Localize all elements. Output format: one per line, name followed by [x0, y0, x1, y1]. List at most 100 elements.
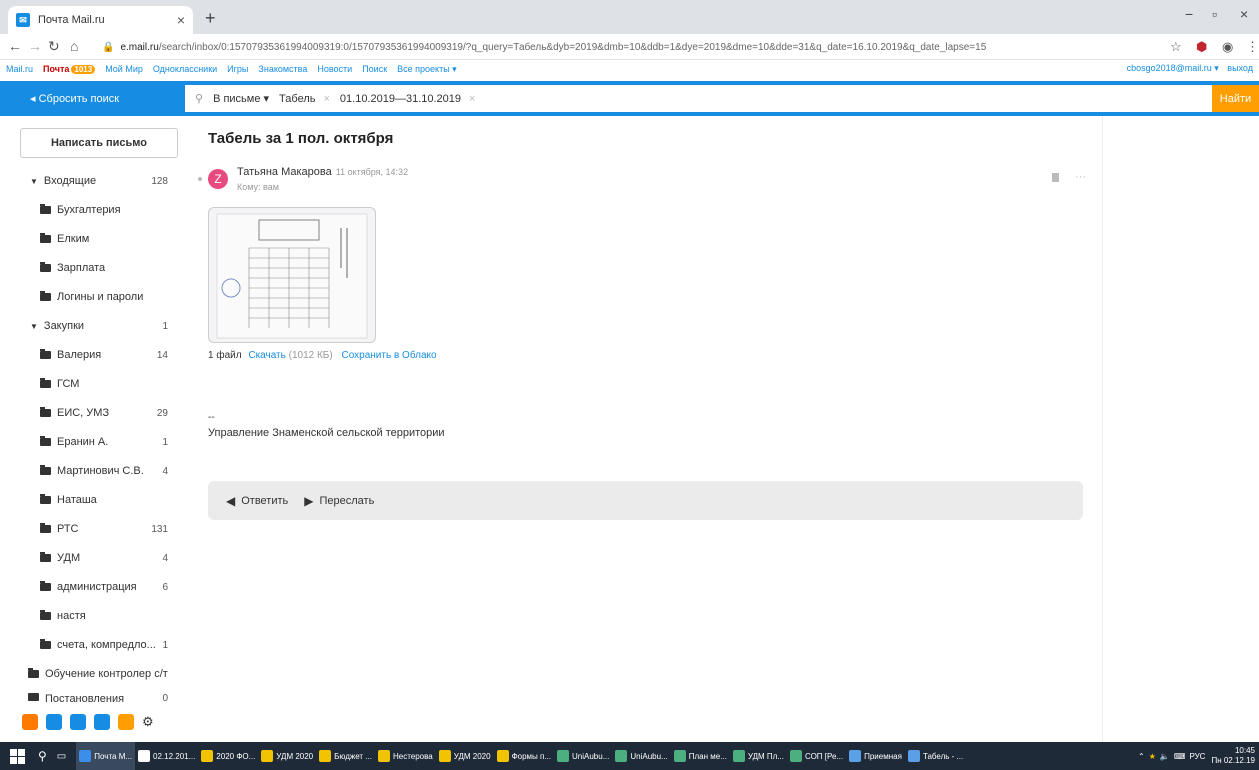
expand-arrow-icon[interactable]: ▼ — [30, 322, 38, 331]
tray-star-icon[interactable]: ★ — [1149, 752, 1156, 761]
minimize-icon[interactable]: − — [1185, 6, 1193, 22]
sidebar-folder[interactable]: Зарплата — [0, 258, 190, 278]
portal-link-myworld[interactable]: Мой Мир — [105, 64, 143, 74]
sidebar-folder[interactable]: счета, компредло... 1 — [0, 635, 190, 655]
sidebar-folder[interactable]: Обучение контролер с/т — [0, 664, 190, 684]
taskbar-app[interactable]: Приемная — [846, 742, 905, 770]
sidebar-folder[interactable]: Валерия 14 — [0, 345, 190, 365]
tray-arrow-icon[interactable]: ⌃ — [1138, 752, 1145, 761]
new-tab-icon[interactable]: + — [205, 8, 216, 29]
url-field[interactable]: 🔒 e.mail.ru /search/inbox/0:157079353619… — [102, 37, 1152, 57]
message-subject: Табель за 1 пол. октября — [208, 130, 394, 147]
sidebar-folder[interactable]: Логины и пароли — [0, 287, 190, 307]
chip-close-icon[interactable]: × — [323, 93, 329, 105]
taskbar-app[interactable]: Табель - ... — [905, 742, 966, 770]
reply-button[interactable]: ◀ Ответить — [226, 494, 288, 508]
home-icon[interactable]: ⌂ — [70, 38, 78, 54]
portal-link-all-projects[interactable]: Все проекты ▾ — [397, 64, 457, 75]
browser-tab[interactable]: ✉ Почта Mail.ru × — [8, 6, 193, 34]
sidebar-folder[interactable]: ▼ Входящие 128 — [0, 171, 190, 191]
reset-search-button[interactable]: ◂ Сбросить поиск — [30, 92, 119, 105]
sidebar-folder[interactable]: УДМ 4 — [0, 548, 190, 568]
extension-shield-icon[interactable]: ⬢ — [1196, 39, 1207, 55]
portal-link-mailru[interactable]: Mail.ru — [6, 64, 33, 74]
portal-link-mail-label: Почта — [43, 64, 70, 74]
more-actions-icon[interactable]: ··· — [1075, 171, 1086, 183]
save-to-cloud-link[interactable]: Сохранить в Облако — [341, 350, 436, 361]
tab-close-icon[interactable]: × — [177, 12, 185, 28]
profile-icon[interactable]: ◉ — [1222, 39, 1233, 55]
taskbar-app[interactable]: UniAubu... — [554, 742, 612, 770]
volume-icon[interactable]: 🔈 — [1160, 752, 1170, 761]
taskbar-app[interactable]: УДМ 2020 — [436, 742, 494, 770]
bookmark-flag-icon[interactable] — [1052, 173, 1059, 182]
sidebar: Написать письмо ▼ Входящие 128 Бухгалтерия Е… — [0, 116, 190, 742]
tasks-icon[interactable] — [94, 714, 110, 730]
taskbar-app[interactable]: План ме... — [671, 742, 730, 770]
sidebar-folder[interactable]: Бухгалтерия — [0, 200, 190, 220]
sidebar-folder[interactable]: ЕИС, УМЗ 29 — [0, 403, 190, 423]
contacts-icon[interactable] — [46, 714, 62, 730]
games-icon[interactable] — [118, 714, 134, 730]
portal-link-search[interactable]: Поиск — [362, 64, 387, 74]
taskbar-app[interactable]: Формы п... — [494, 742, 554, 770]
portal-link-games[interactable]: Игры — [227, 64, 248, 74]
sidebar-folder[interactable]: ▼ Закупки 1 — [0, 316, 190, 336]
search-query-chip[interactable]: Табель × — [279, 93, 330, 105]
forward-button[interactable]: ▶ Переслать — [304, 494, 374, 508]
logout-link[interactable]: выход — [1227, 63, 1253, 73]
sidebar-folder[interactable]: настя — [0, 606, 190, 626]
attachment-thumbnail[interactable] — [208, 207, 376, 343]
windows-taskbar: ⚲ ▭ Почта M... 02.12.201... 2020 ФО... УДМ … — [0, 742, 1259, 770]
settings-gear-icon[interactable]: ⚙ — [142, 714, 154, 730]
taskbar-app[interactable]: УДМ Пл... — [730, 742, 787, 770]
download-link[interactable]: Скачать — [248, 350, 286, 361]
reply-bar: ◀ Ответить ▶ Переслать — [208, 481, 1083, 520]
taskbar-search-icon[interactable]: ⚲ — [38, 749, 47, 763]
maximize-icon[interactable]: ▫ — [1212, 6, 1217, 22]
portal-link-dating[interactable]: Знакомства — [258, 64, 307, 74]
sidebar-folder[interactable]: Наташа — [0, 490, 190, 510]
task-view-icon[interactable]: ▭ — [57, 751, 66, 762]
back-icon[interactable]: ← — [8, 38, 22, 54]
taskbar-app[interactable]: Нестерова — [375, 742, 436, 770]
portal-link-ok[interactable]: Одноклассники — [153, 64, 217, 74]
taskbar-app[interactable]: 2020 ФО... — [198, 742, 258, 770]
taskbar-app[interactable]: Бюджет ... — [316, 742, 375, 770]
search-scope-dropdown[interactable]: В письме ▾ — [213, 92, 269, 105]
windows-start-icon[interactable] — [8, 746, 28, 766]
read-status-dot[interactable] — [198, 177, 202, 181]
sidebar-folder[interactable]: Мартинович С.В. 4 — [0, 461, 190, 481]
clock[interactable]: 10:45 Пн 02.12.19 — [1211, 746, 1255, 766]
chip-close-icon[interactable]: × — [469, 93, 475, 105]
compose-button[interactable]: Написать письмо — [20, 128, 178, 158]
portal-link-news[interactable]: Новости — [317, 64, 352, 74]
taskbar-app[interactable]: 02.12.201... — [135, 742, 198, 770]
taskbar-app[interactable]: УДМ 2020 — [258, 742, 316, 770]
search-query-box[interactable]: ⚲ В письме ▾ Табель × 01.10.2019—31.10.20… — [185, 85, 1212, 112]
sidebar-folder[interactable]: Елким — [0, 229, 190, 249]
portal-link-mail[interactable]: Почта 1013 — [43, 64, 96, 74]
user-email-menu[interactable]: cbosgo2018@mail.ru ▾ — [1127, 63, 1219, 73]
date-range-chip[interactable]: 01.10.2019—31.10.2019 × — [340, 93, 476, 105]
forward-icon[interactable]: → — [28, 38, 42, 54]
sidebar-folder[interactable]: Постановления 0 — [0, 693, 190, 703]
taskbar-app[interactable]: СОП [Ре... — [787, 742, 846, 770]
expand-arrow-icon[interactable]: ▼ — [30, 177, 38, 186]
cloud-icon[interactable] — [22, 714, 38, 730]
sidebar-folder[interactable]: администрация 6 — [0, 577, 190, 597]
taskbar-app[interactable]: UniAubu... — [612, 742, 670, 770]
sidebar-folder[interactable]: Еранин А. 1 — [0, 432, 190, 452]
window-close-icon[interactable]: × — [1240, 6, 1248, 22]
language-indicator[interactable]: РУС — [1189, 752, 1205, 761]
bookmark-star-icon[interactable]: ☆ — [1170, 39, 1182, 55]
taskbar-app[interactable]: Почта M... — [76, 742, 136, 770]
keyboard-icon[interactable]: ⌨ — [1174, 752, 1186, 761]
reload-icon[interactable]: ↻ — [48, 38, 60, 55]
calendar-icon[interactable] — [70, 714, 86, 730]
find-button[interactable]: Найти — [1212, 85, 1259, 112]
sidebar-folder[interactable]: ГСМ — [0, 374, 190, 394]
sender-name[interactable]: Татьяна Макарова — [237, 166, 332, 178]
menu-icon[interactable]: ⋮ — [1246, 39, 1259, 55]
sidebar-folder[interactable]: РТС 131 — [0, 519, 190, 539]
